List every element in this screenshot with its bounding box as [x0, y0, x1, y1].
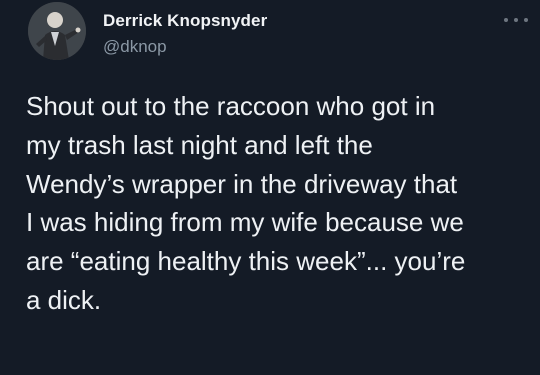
author-display-name[interactable]: Derrick Knopsnyder [103, 11, 267, 31]
more-options-button[interactable] [504, 14, 528, 26]
tweet-header: Derrick Knopsnyder @dknop [103, 11, 267, 57]
more-dot [524, 18, 528, 22]
more-dot [514, 18, 518, 22]
more-horizontal-icon [504, 18, 508, 22]
tweet-text-line: my trash last night and left the [26, 129, 373, 160]
tweet-text-line: Wendy’s wrapper in the driveway that [26, 168, 458, 199]
tweet-text-line: I was hiding from my wife because we [26, 207, 464, 238]
tweet-text-line: are “eating healthy this week”... you’re [26, 246, 466, 277]
tweet-card: Derrick Knopsnyder @dknop Shout out to t… [0, 0, 540, 375]
tweet-text-line: Shout out to the raccoon who got in [26, 91, 436, 121]
tweet-text-line: a dick. [26, 284, 102, 315]
tweet-text: Shout out to the raccoon who got in my t… [26, 87, 534, 320]
author-handle[interactable]: @dknop [103, 37, 267, 57]
avatar-photo-icon [28, 2, 86, 60]
author-avatar[interactable] [28, 2, 86, 60]
